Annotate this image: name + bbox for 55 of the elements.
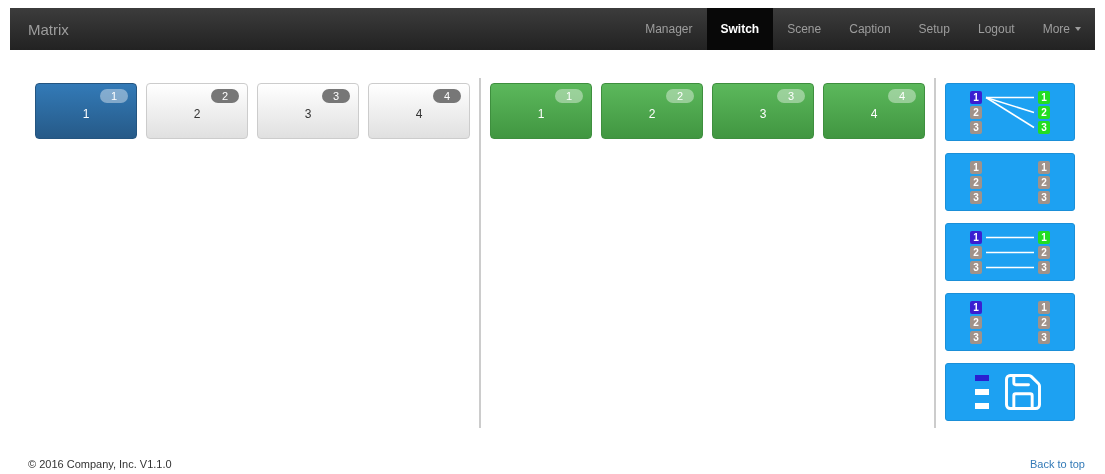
output-button[interactable]: 4 4 <box>823 83 925 139</box>
output-number-label: 3 <box>1038 260 1050 274</box>
output-number-label: 2 <box>1038 315 1050 329</box>
output-number-label: 1 <box>1038 230 1050 244</box>
input-number-label: 3 <box>970 120 982 134</box>
input-number-label: 2 <box>970 245 982 259</box>
output-number-label: 3 <box>1038 120 1050 134</box>
output-number-label: 2 <box>1038 175 1050 189</box>
input-number-label: 3 <box>970 330 982 344</box>
one-to-all-button[interactable]: 1 1 2 2 3 3 <box>945 83 1075 141</box>
input-number-label: 1 <box>970 90 982 104</box>
input-button[interactable]: 3 3 <box>257 83 359 139</box>
save-preset-button[interactable] <box>945 363 1075 421</box>
output-number-label: 2 <box>1038 105 1050 119</box>
input-number-label: 1 <box>970 160 982 174</box>
output-badge: 3 <box>777 89 805 103</box>
output-number-label: 1 <box>1038 300 1050 314</box>
one-to-one-button[interactable]: 1 1 2 2 3 3 <box>945 223 1075 281</box>
input-number-label: 2 <box>970 105 982 119</box>
output-button[interactable]: 2 2 <box>601 83 703 139</box>
output-number-label: 1 <box>1038 160 1050 174</box>
output-number-label: 1 <box>1038 90 1050 104</box>
nav-link[interactable]: Logout <box>963 8 1029 50</box>
input-button[interactable]: 4 4 <box>368 83 470 139</box>
input-number-label: 3 <box>970 260 982 274</box>
input-number-label: 2 <box>970 315 982 329</box>
nav-link[interactable]: More <box>1028 8 1095 50</box>
output-badge: 1 <box>555 89 583 103</box>
output-number-label: 3 <box>1038 330 1050 344</box>
input-badge: 2 <box>211 89 239 103</box>
input-number-label: 1 <box>970 230 982 244</box>
routing-mode-button[interactable]: 1 1 2 2 3 3 <box>945 293 1075 351</box>
input-number-label: 1 <box>970 300 982 314</box>
output-number-label: 2 <box>1038 245 1050 259</box>
input-number-label: 3 <box>970 190 982 204</box>
back-to-top-link[interactable]: Back to top <box>1029 458 1085 470</box>
copyright-text: © 2016 Company, Inc. V1.1.0 <box>28 458 172 470</box>
output-badge: 2 <box>666 89 694 103</box>
input-badge: 3 <box>322 89 350 103</box>
input-button[interactable]: 1 1 <box>35 83 137 139</box>
nav-link[interactable]: Switch <box>706 8 774 50</box>
output-button[interactable]: 3 3 <box>712 83 814 139</box>
output-badge: 4 <box>888 89 916 103</box>
nav-link[interactable]: Setup <box>904 8 964 50</box>
input-badge: 1 <box>100 89 128 103</box>
routing-mode-button[interactable]: 1 1 2 2 3 3 <box>945 153 1075 211</box>
nav-link[interactable]: Scene <box>773 8 836 50</box>
input-button[interactable]: 2 2 <box>146 83 248 139</box>
nav-link[interactable]: Manager <box>631 8 707 50</box>
brand-title[interactable]: Matrix <box>10 8 87 50</box>
input-badge: 4 <box>433 89 461 103</box>
output-number-label: 3 <box>1038 190 1050 204</box>
nav-link[interactable]: Caption <box>835 8 905 50</box>
input-number-label: 2 <box>970 175 982 189</box>
output-button[interactable]: 1 1 <box>490 83 592 139</box>
